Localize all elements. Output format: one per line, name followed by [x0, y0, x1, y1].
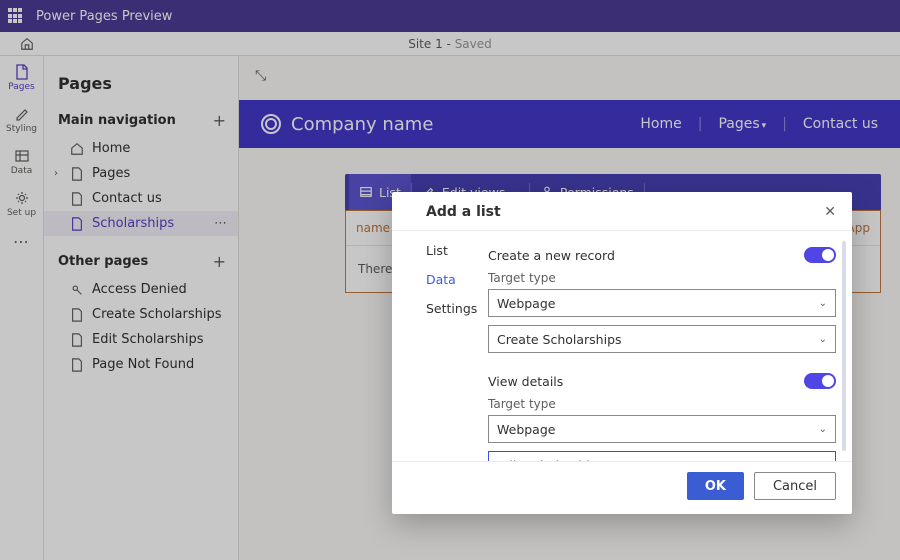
- chevron-down-icon: ⌄: [819, 334, 827, 345]
- scrollbar[interactable]: [842, 241, 846, 451]
- target-type-label: Target type: [488, 265, 836, 289]
- ok-button[interactable]: OK: [687, 472, 744, 500]
- tab-settings[interactable]: Settings: [426, 301, 478, 316]
- view-details-toggle[interactable]: [804, 373, 836, 389]
- add-list-modal: Add a list ✕ List Data Settings Create a…: [392, 192, 852, 514]
- view-details-label: View details: [488, 374, 563, 389]
- select-value: Edit Scholarships: [497, 458, 604, 462]
- target-page-select-2[interactable]: Edit Scholarships ⌄: [488, 451, 836, 461]
- target-type-select-1[interactable]: Webpage ⌄: [488, 289, 836, 317]
- create-record-toggle[interactable]: [804, 247, 836, 263]
- modal-tabs: List Data Settings: [392, 231, 478, 461]
- tab-list[interactable]: List: [426, 243, 478, 258]
- modal-title: Add a list: [426, 204, 501, 220]
- create-record-label: Create a new record: [488, 248, 615, 263]
- modal-form: Create a new record Target type Webpage …: [478, 231, 852, 461]
- chevron-down-icon: ⌄: [819, 424, 827, 435]
- chevron-down-icon: ⌄: [819, 298, 827, 309]
- cancel-button[interactable]: Cancel: [754, 472, 836, 500]
- select-value: Webpage: [497, 296, 555, 311]
- chevron-down-icon: ⌄: [819, 460, 827, 462]
- tab-data[interactable]: Data: [426, 272, 478, 287]
- select-value: Webpage: [497, 422, 555, 437]
- target-type-select-2[interactable]: Webpage ⌄: [488, 415, 836, 443]
- close-icon[interactable]: ✕: [824, 204, 836, 220]
- target-type-label-2: Target type: [488, 391, 836, 415]
- select-value: Create Scholarships: [497, 332, 622, 347]
- target-page-select-1[interactable]: Create Scholarships ⌄: [488, 325, 836, 353]
